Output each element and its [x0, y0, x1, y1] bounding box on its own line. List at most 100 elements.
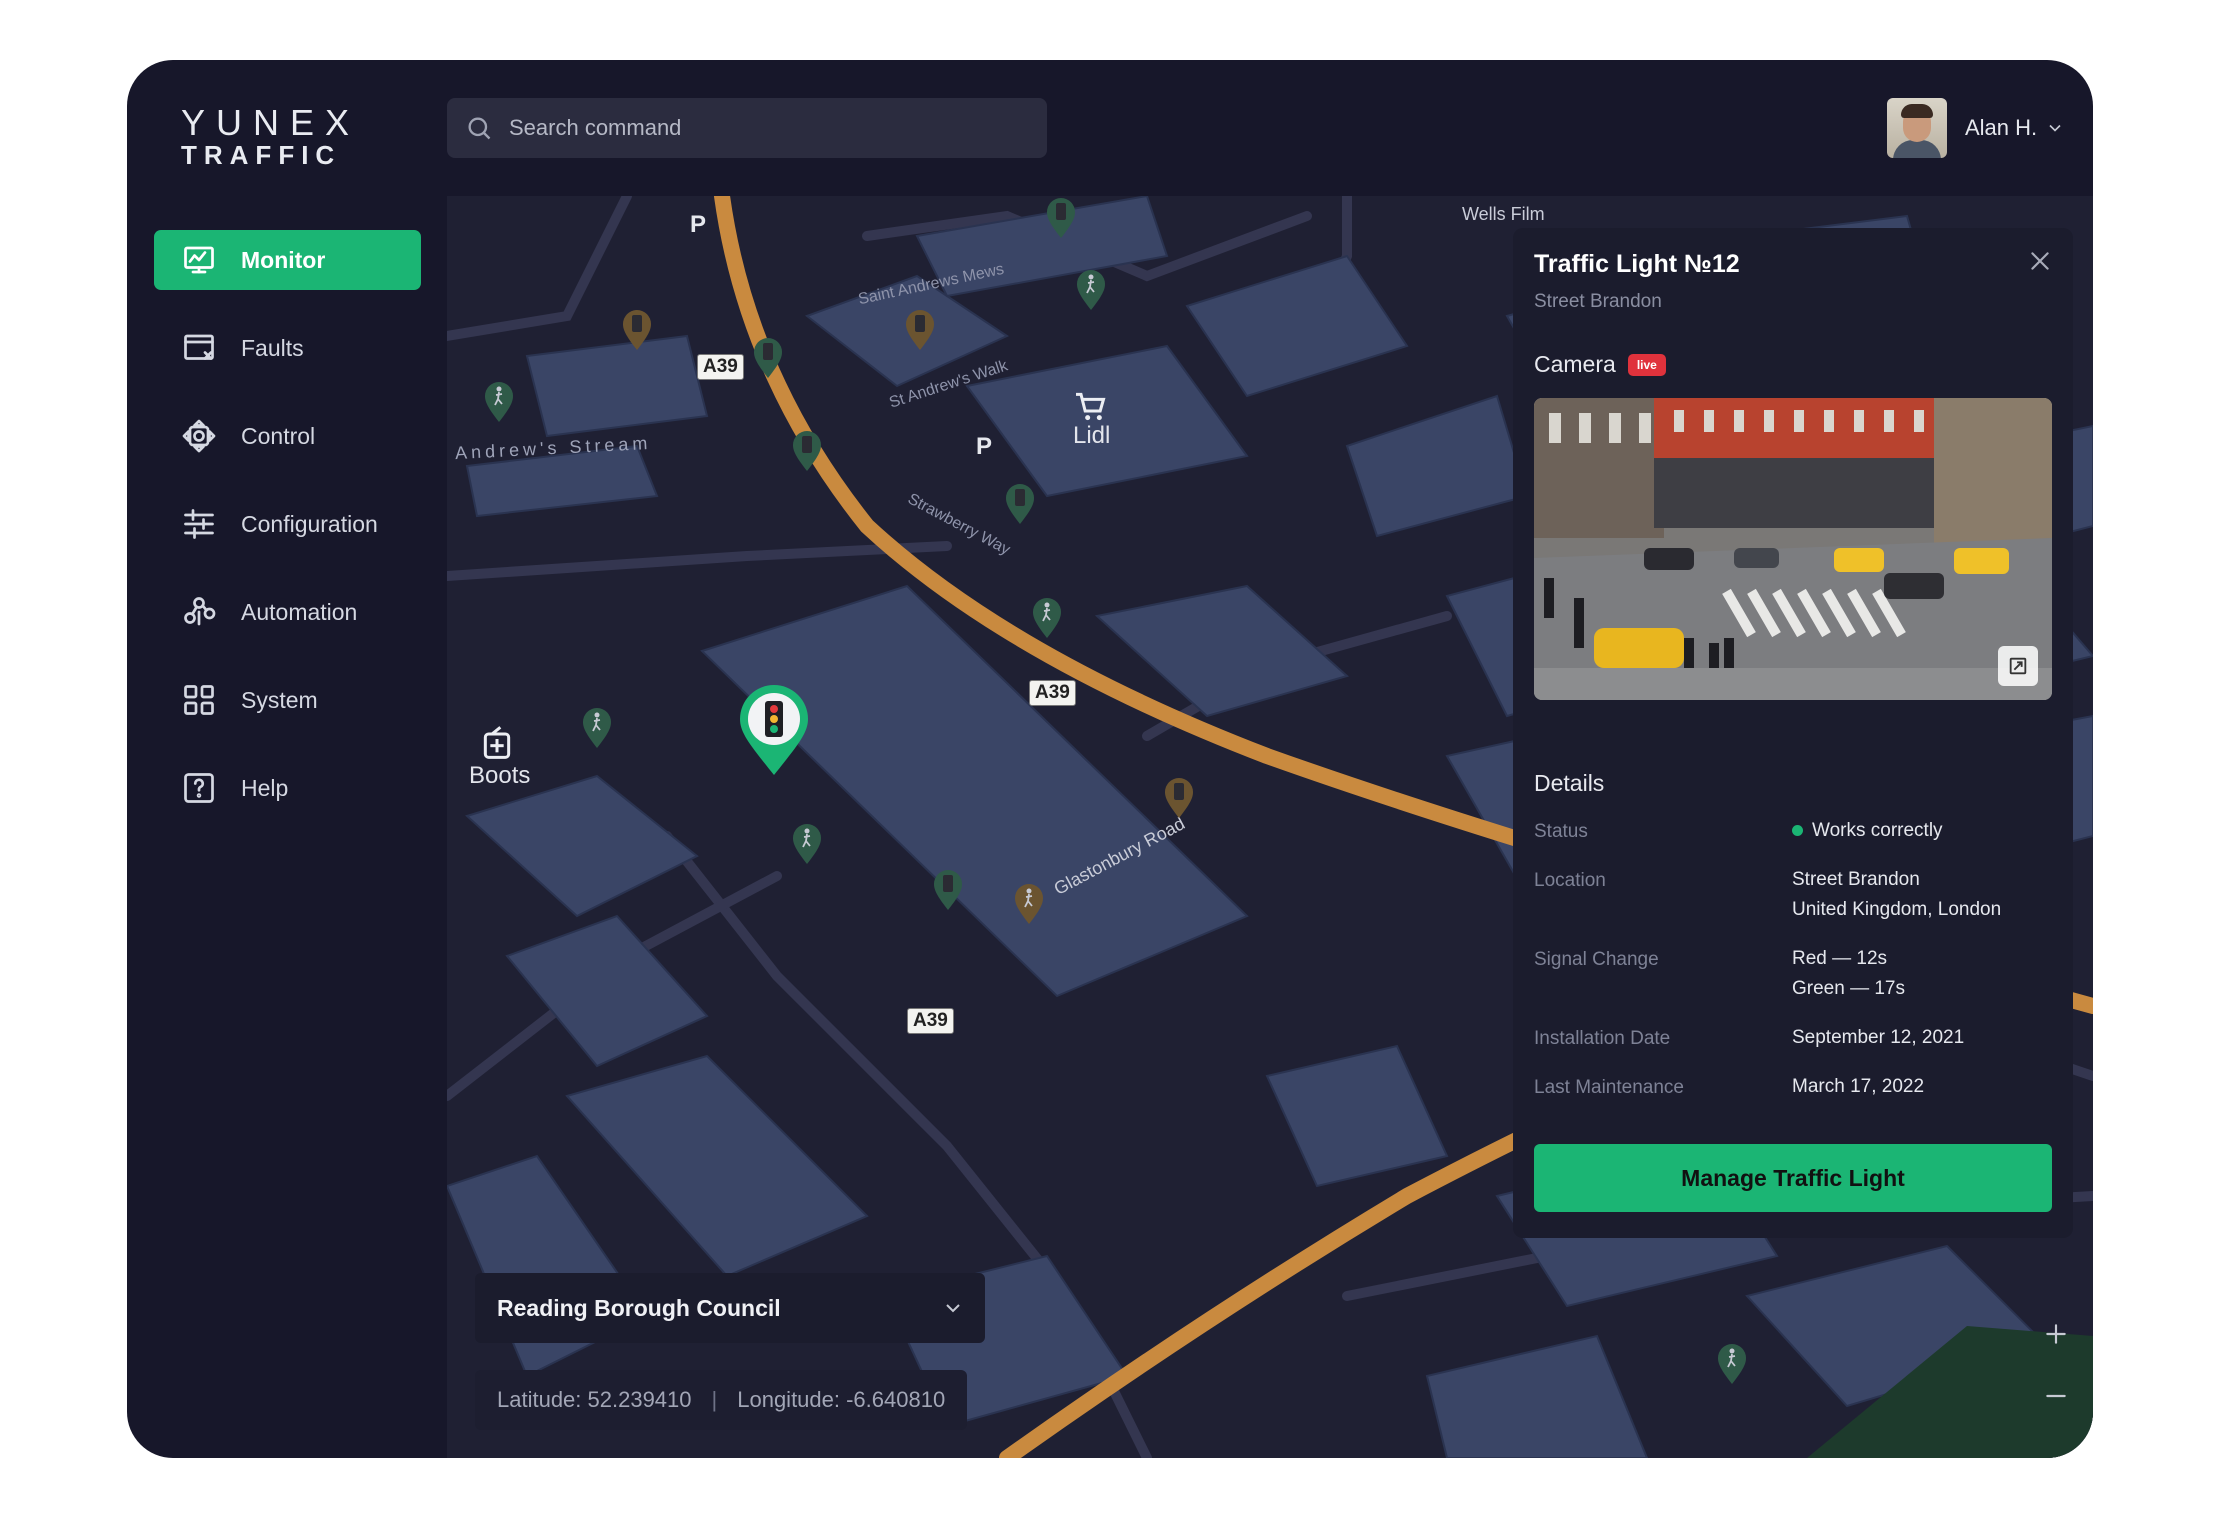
- status-value: Works correctly: [1812, 820, 1943, 841]
- control-icon: [181, 418, 217, 454]
- sidebar-item-monitor[interactable]: Monitor: [154, 230, 421, 290]
- divider: |: [711, 1387, 718, 1412]
- location-line2: United Kingdom, London: [1792, 899, 2002, 920]
- panel-title: Traffic Light №12: [1534, 250, 1740, 278]
- pedestrian-marker-icon[interactable]: [1012, 882, 1046, 926]
- chevron-down-icon: [2049, 124, 2061, 132]
- chevron-down-icon: [946, 1304, 960, 1313]
- live-badge: live: [1627, 353, 1666, 376]
- street-label: Wells Film: [1462, 204, 1545, 224]
- detail-row-installation: Installation Date September 12, 2021: [1534, 1027, 2052, 1053]
- parking-icon[interactable]: P: [687, 210, 709, 236]
- camera-label: Camera: [1534, 351, 1616, 377]
- monitor-icon: [181, 242, 217, 278]
- shopping-cart-icon[interactable]: [1071, 386, 1111, 426]
- detail-row-maintenance: Last Maintenance March 17, 2022: [1534, 1076, 2052, 1102]
- close-button[interactable]: [2027, 248, 2053, 274]
- road-shield: A39: [1029, 680, 1076, 706]
- sidebar-item-label: Automation: [241, 598, 358, 625]
- close-icon: [2031, 252, 2049, 270]
- status-dot-icon: [1792, 825, 1803, 837]
- faults-icon: [181, 330, 217, 366]
- zoom-in-button[interactable]: [2036, 1314, 2076, 1354]
- expand-icon: [2009, 657, 2027, 675]
- installation-label: Installation Date: [1534, 1028, 1671, 1049]
- pedestrian-marker-icon[interactable]: [580, 706, 614, 750]
- sidebar-item-help[interactable]: Help: [154, 758, 421, 818]
- signal-red: Red — 12s: [1792, 948, 1888, 969]
- pedestrian-marker-icon[interactable]: [790, 822, 824, 866]
- svg-text:P: P: [976, 433, 992, 458]
- traffic-light-marker-icon[interactable]: [751, 336, 785, 380]
- latitude-text: Latitude: 52.239410: [497, 1387, 692, 1412]
- sidebar-item-automation[interactable]: Automation: [154, 582, 421, 642]
- sidebar: Monitor Faults Control Configuration Aut…: [154, 230, 421, 846]
- region-select[interactable]: Reading Borough Council: [475, 1273, 985, 1343]
- sliders-icon: [181, 506, 217, 542]
- camera-header: Camera live: [1534, 351, 2052, 378]
- road-shield: A39: [697, 354, 744, 380]
- search-input[interactable]: [509, 115, 1029, 141]
- user-name: Alan H.: [1965, 115, 2038, 140]
- help-icon: [181, 770, 217, 806]
- detail-row-signal: Signal Change Red — 12s Green — 17s: [1534, 948, 2052, 1004]
- plus-icon: [2046, 1324, 2066, 1344]
- longitude-text: Longitude: -6.640810: [737, 1387, 946, 1412]
- svg-text:P: P: [690, 211, 706, 236]
- details-heading: Details: [1534, 770, 1605, 796]
- region-value: Reading Borough Council: [497, 1294, 781, 1321]
- sidebar-item-label: Configuration: [241, 510, 378, 537]
- sidebar-item-label: System: [241, 686, 318, 713]
- sidebar-item-label: Help: [241, 774, 289, 801]
- pedestrian-marker-icon[interactable]: [1715, 1342, 1749, 1386]
- status-label: Status: [1534, 821, 1588, 842]
- location-line1: Street Brandon: [1792, 869, 1920, 890]
- grid-icon: [181, 682, 217, 718]
- search-icon: [468, 117, 491, 140]
- traffic-light-marker-icon[interactable]: [903, 308, 937, 352]
- parking-icon[interactable]: P: [973, 432, 995, 458]
- detail-row-status: Status Works correctly: [1534, 820, 2052, 846]
- traffic-light-marker-icon[interactable]: [1044, 196, 1078, 240]
- pedestrian-marker-icon[interactable]: [482, 380, 516, 424]
- yunex-traffic-logo[interactable]: YUNEX TRAFFIC: [181, 102, 361, 171]
- sidebar-item-system[interactable]: System: [154, 670, 421, 730]
- coordinates-readout: Latitude: 52.239410 | Longitude: -6.6408…: [475, 1370, 968, 1430]
- sidebar-item-faults[interactable]: Faults: [154, 318, 421, 378]
- sidebar-item-control[interactable]: Control: [154, 406, 421, 466]
- sidebar-item-label: Control: [241, 422, 316, 449]
- panel-subtitle: Street Brandon: [1534, 291, 1662, 312]
- signal-green: Green — 17s: [1792, 978, 1905, 999]
- layers-button[interactable]: [2036, 1451, 2076, 1458]
- expand-button[interactable]: [1998, 646, 2038, 686]
- zoom-out-button[interactable]: [2036, 1376, 2076, 1416]
- selected-traffic-light-icon[interactable]: [736, 683, 812, 777]
- road-shield: A39: [907, 1008, 954, 1034]
- app-window: YUNEX TRAFFIC Alan H. Monitor Faults: [127, 60, 2093, 1458]
- traffic-light-detail-panel: Traffic Light №12 Street Brandon Camera …: [1513, 228, 2073, 1238]
- pharmacy-icon[interactable]: [477, 724, 517, 764]
- traffic-light-marker-icon[interactable]: [1162, 776, 1196, 820]
- sidebar-item-configuration[interactable]: Configuration: [154, 494, 421, 554]
- pedestrian-marker-icon[interactable]: [1030, 596, 1064, 640]
- avatar[interactable]: [1887, 98, 1947, 158]
- search-bar[interactable]: [447, 98, 1047, 158]
- maintenance-value: March 17, 2022: [1792, 1076, 1925, 1097]
- traffic-light-marker-icon[interactable]: [620, 308, 654, 352]
- logo-line1: YUNEX: [181, 102, 361, 143]
- poi-label-boots: Boots: [469, 762, 531, 789]
- manage-traffic-light-button[interactable]: Manage Traffic Light: [1534, 1144, 2052, 1212]
- traffic-light-marker-icon[interactable]: [1003, 482, 1037, 526]
- pedestrian-marker-icon[interactable]: [1074, 268, 1108, 312]
- location-label: Location: [1534, 870, 1606, 891]
- user-menu[interactable]: Alan H.: [1887, 98, 2065, 158]
- camera-feed-image: [1534, 398, 2052, 700]
- traffic-light-marker-icon[interactable]: [931, 868, 965, 912]
- sidebar-item-label: Faults: [241, 334, 304, 361]
- automation-icon: [181, 594, 217, 630]
- camera-feed[interactable]: [1534, 398, 2052, 700]
- sidebar-item-label: Monitor: [241, 246, 326, 273]
- installation-value: September 12, 2021: [1792, 1027, 1965, 1048]
- signal-label: Signal Change: [1534, 949, 1659, 970]
- traffic-light-marker-icon[interactable]: [790, 429, 824, 473]
